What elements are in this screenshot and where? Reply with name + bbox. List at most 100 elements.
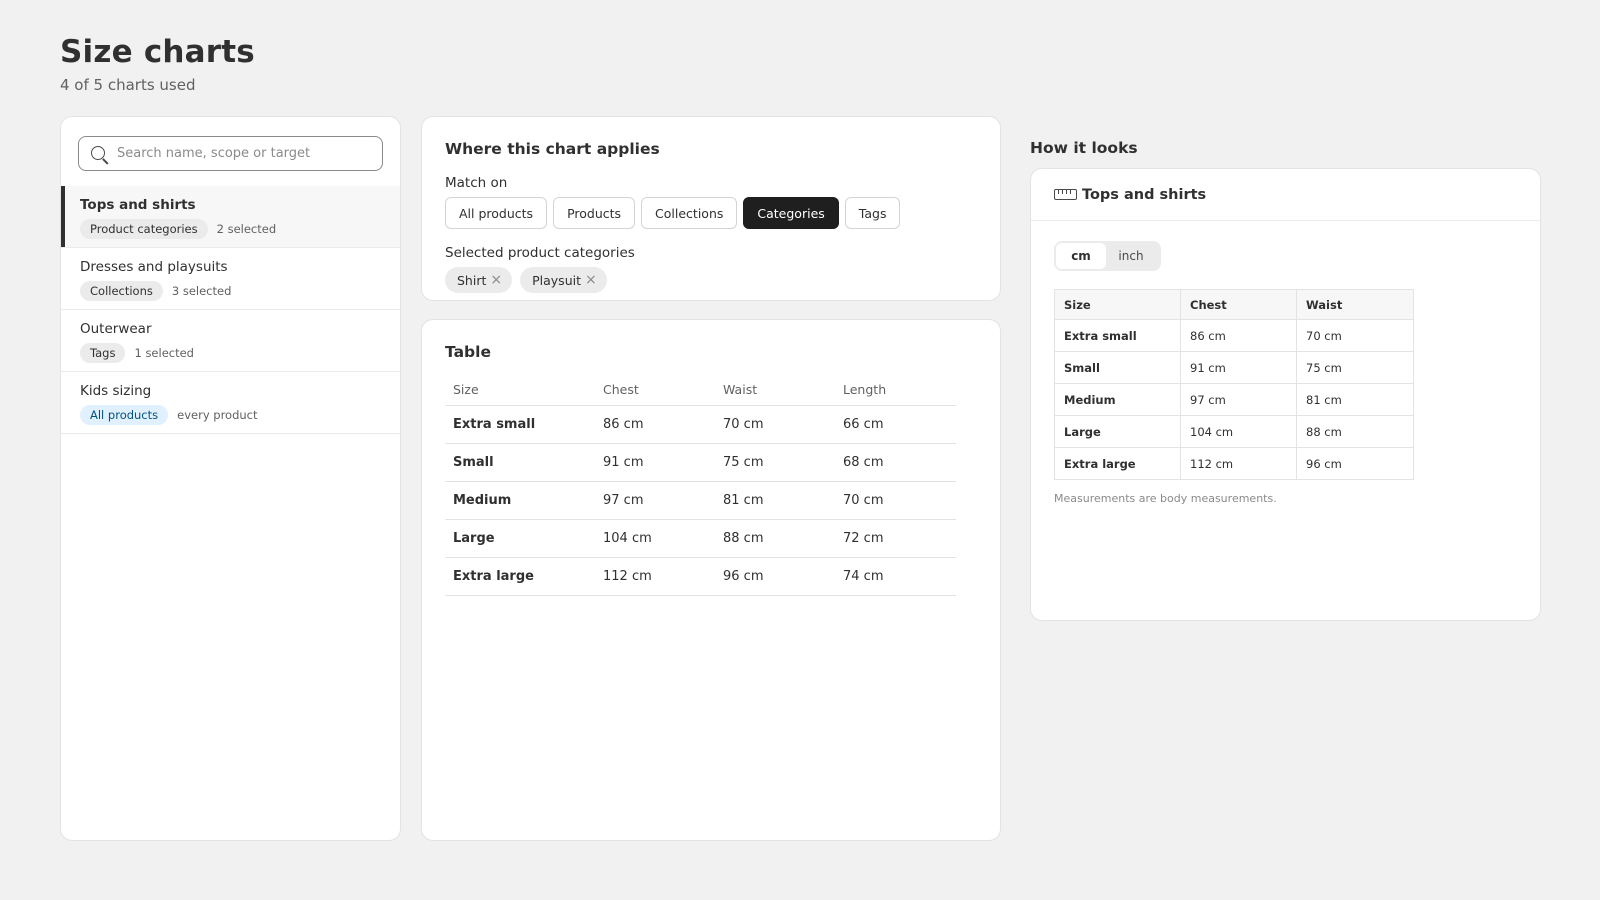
chart-list: Tops and shirts Product categories 2 sel… <box>61 186 400 434</box>
size-cell: Small <box>1054 351 1181 384</box>
table-row: Medium 97 cm 81 cm <box>1054 383 1414 416</box>
match-collections-button[interactable]: Collections <box>641 197 738 229</box>
selection-count: 3 selected <box>171 284 232 298</box>
table-cell: 112 cm <box>595 557 715 596</box>
table-cell: 81 cm <box>715 481 835 520</box>
preview-header: Tops and shirts <box>1031 169 1540 221</box>
table-row: Extra small 86 cm 70 cm <box>1054 319 1414 352</box>
size-cell: Extra large <box>445 557 595 596</box>
match-categories-button[interactable]: Categories <box>743 197 839 229</box>
column-header: Chest <box>1180 289 1297 320</box>
selected-categories-label: Selected product categories <box>445 245 635 261</box>
preview-chart-title: Tops and shirts <box>1082 186 1207 203</box>
table-cell: 72 cm <box>835 519 956 558</box>
unit-cm-button[interactable]: cm <box>1056 243 1106 269</box>
applies-title: Where this chart applies <box>445 140 660 158</box>
chart-item-name: Dresses and playsuits <box>80 259 228 275</box>
size-cell: Small <box>445 443 595 482</box>
chart-list-item-dresses-and-playsuits[interactable]: Dresses and playsuits Collections 3 sele… <box>61 248 400 310</box>
selected-categories: Shirt × Playsuit × <box>445 267 977 293</box>
table-cell: 112 cm <box>1180 447 1297 480</box>
chart-list-item-tops-and-shirts[interactable]: Tops and shirts Product categories 2 sel… <box>61 186 400 248</box>
table-cell: 66 cm <box>835 405 956 444</box>
search-box[interactable] <box>78 136 383 171</box>
scope-badge: Tags <box>80 343 126 363</box>
search-icon <box>89 145 111 167</box>
scope-badge: Product categories <box>80 219 208 239</box>
table-cell: 91 cm <box>595 443 715 482</box>
tag-label: Shirt <box>457 272 487 288</box>
table-cell: 70 cm <box>1296 319 1414 352</box>
table-title: Table <box>445 343 491 361</box>
size-cell: Medium <box>1054 383 1181 416</box>
table-row: Extra large 112 cm 96 cm 74 cm <box>445 557 956 596</box>
table-cell: 104 cm <box>1180 415 1297 448</box>
table-cell: 97 cm <box>1180 383 1297 416</box>
match-tags-button[interactable]: Tags <box>844 197 901 229</box>
preview-header-row: Size Chest Waist <box>1054 289 1414 320</box>
preview-panel: Tops and shirts cm inch Size Chest Waist… <box>1030 168 1541 621</box>
table-cell: 74 cm <box>835 557 956 596</box>
scope-badge: Collections <box>80 281 163 301</box>
table-row: Extra small 86 cm 70 cm 66 cm <box>445 405 956 444</box>
size-cell: Extra small <box>445 405 595 444</box>
table-cell: 104 cm <box>595 519 715 558</box>
table-panel: Table Size Chest Waist Length Extra smal… <box>421 319 1001 841</box>
table-row: Large 104 cm 88 cm 72 cm <box>445 519 956 558</box>
unit-inch-button[interactable]: inch <box>1106 243 1156 269</box>
selection-count: 1 selected <box>134 346 194 360</box>
category-tag-playsuit: Playsuit × <box>520 267 607 293</box>
table-cell: 96 cm <box>715 557 835 596</box>
category-tag-shirt: Shirt × <box>445 267 513 293</box>
match-products-button[interactable]: Products <box>553 197 636 229</box>
table-row: Small 91 cm 75 cm 68 cm <box>445 443 956 482</box>
chart-item-name: Outerwear <box>80 321 152 337</box>
search-input[interactable] <box>117 146 357 161</box>
column-header: Size <box>1054 289 1181 320</box>
table-row: Large 104 cm 88 cm <box>1054 415 1414 448</box>
table-cell: 68 cm <box>835 443 956 482</box>
table-cell: 70 cm <box>715 405 835 444</box>
size-cell: Large <box>445 519 595 558</box>
column-header: Waist <box>1296 289 1414 320</box>
size-cell: Medium <box>445 481 595 520</box>
table-cell: 86 cm <box>595 405 715 444</box>
size-cell: Extra small <box>1054 319 1181 352</box>
size-cell: Extra large <box>1054 447 1181 480</box>
table-cell: 96 cm <box>1296 447 1414 480</box>
size-cell: Large <box>1054 415 1181 448</box>
table-cell: 75 cm <box>715 443 835 482</box>
selection-count: 2 selected <box>216 222 277 236</box>
table-cell: 91 cm <box>1180 351 1297 384</box>
match-on-label: Match on <box>445 175 508 191</box>
column-header: Size <box>445 375 595 406</box>
table-row: Medium 97 cm 81 cm 70 cm <box>445 481 956 520</box>
preview-table: Size Chest Waist Extra small 86 cm 70 cm… <box>1054 289 1414 480</box>
page-subtitle: 4 of 5 charts used <box>60 76 196 94</box>
applies-panel: Where this chart applies Match on All pr… <box>421 116 1001 301</box>
table-cell: 75 cm <box>1296 351 1414 384</box>
chart-item-name: Tops and shirts <box>80 197 196 213</box>
match-all-products-button[interactable]: All products <box>445 197 548 229</box>
chart-list-item-outerwear[interactable]: Outerwear Tags 1 selected <box>61 310 400 372</box>
table-cell: 86 cm <box>1180 319 1297 352</box>
ruler-icon <box>1054 189 1077 200</box>
match-on-options: All products Products Collections Catego… <box>445 197 977 229</box>
selection-count: every product <box>177 408 258 422</box>
table-cell: 81 cm <box>1296 383 1414 416</box>
column-header: Waist <box>715 375 835 406</box>
table-header-row: Size Chest Waist Length <box>445 375 956 406</box>
table-cell: 88 cm <box>715 519 835 558</box>
table-cell: 97 cm <box>595 481 715 520</box>
chart-list-item-kids-sizing[interactable]: Kids sizing All products every product <box>61 372 400 434</box>
preview-note: Measurements are body measurements. <box>1054 492 1277 505</box>
size-table: Size Chest Waist Length Extra small 86 c… <box>445 375 956 596</box>
tag-label: Playsuit <box>532 272 581 288</box>
table-row: Small 91 cm 75 cm <box>1054 351 1414 384</box>
column-header: Length <box>835 375 956 406</box>
remove-icon[interactable]: × <box>585 273 597 287</box>
page-header: Size charts 4 of 5 charts used <box>60 34 255 94</box>
table-cell: 88 cm <box>1296 415 1414 448</box>
size-chart-list-panel: Tops and shirts Product categories 2 sel… <box>60 116 401 841</box>
remove-icon[interactable]: × <box>490 273 502 287</box>
